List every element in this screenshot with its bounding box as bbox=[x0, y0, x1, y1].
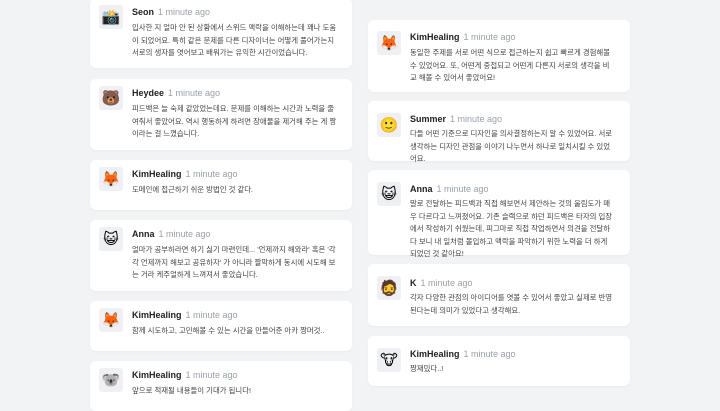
comment-time: 1 minute ago bbox=[463, 32, 516, 42]
comment-card[interactable]: 🦊 KimHealing 1 minute ago 동일한 주제를 서로 어떤 식… bbox=[368, 20, 630, 92]
comment-text: 얼마가 공부하라면 하기 싫기 마련인데... '언제까지 해와라' 혹은 '각… bbox=[132, 245, 336, 279]
smile-face-icon: 🙂 bbox=[377, 113, 401, 137]
comment-author: Anna bbox=[410, 184, 433, 194]
comment-text: 짱재밌다..! bbox=[410, 364, 444, 373]
comment-card[interactable]: 🦊 KimHealing 1 minute ago 도메인에 접근하기 쉬운 방법… bbox=[90, 160, 352, 210]
man-face-icon: 🧔 bbox=[377, 276, 401, 300]
comment-time: 1 minute ago bbox=[185, 310, 238, 320]
comment-time: 1 minute ago bbox=[463, 349, 516, 359]
comment-text: 다들 어떤 기준으로 디자인을 의사결정하는지 알 수 있었어요. 서로 생각하… bbox=[410, 129, 613, 163]
koala-icon: 🐨 bbox=[99, 368, 123, 392]
cat-icon: 😺 bbox=[377, 182, 401, 206]
comment-card[interactable]: 🙂 Summer 1 minute ago 다들 어떤 기준으로 디자인을 의사결… bbox=[368, 101, 630, 163]
fox-icon: 🦊 bbox=[99, 167, 123, 191]
polar-bear-icon: 🐻 bbox=[99, 86, 123, 110]
comment-card[interactable]: 🐻 Heydee 1 minute ago 피드백은 늘 숙제 같았었는데요. 문… bbox=[90, 79, 352, 150]
comment-card[interactable]: 🐮 KimHealing 1 minute ago 짱재밌다..! bbox=[368, 336, 630, 386]
comment-text: 도메인에 접근하기 쉬운 방법인 것 같다. bbox=[132, 185, 254, 194]
comment-time: 1 minute ago bbox=[158, 7, 211, 17]
comment-time: 1 minute ago bbox=[450, 114, 503, 124]
comment-time: 1 minute ago bbox=[420, 278, 473, 288]
comment-time: 1 minute ago bbox=[436, 184, 489, 194]
comment-card[interactable]: 📸 Seon 1 minute ago 입사한 지 얼마 안 된 상황에서 스위드… bbox=[90, 0, 352, 68]
comment-author: KimHealing bbox=[410, 349, 460, 359]
comment-text: 각자 다양한 관점의 아이디어를 엿볼 수 있어서 좋았고 실제로 반영된다는데… bbox=[410, 293, 613, 315]
comment-card[interactable]: 😺 Anna 1 minute ago 얼마가 공부하라면 하기 싫기 마련인데.… bbox=[90, 220, 352, 291]
comment-card[interactable]: 🦊 KimHealing 1 minute ago 함께 시도하고, 고민해볼 수… bbox=[90, 301, 352, 351]
comment-text: 말로 전달하는 피드백과 직접 해보면서 제안하는 것의 울림도가 매우 다르다… bbox=[410, 199, 613, 258]
comment-time: 1 minute ago bbox=[168, 88, 221, 98]
comment-author: KimHealing bbox=[132, 310, 182, 320]
comment-author: Seon bbox=[132, 7, 155, 17]
comment-author: KimHealing bbox=[410, 32, 460, 42]
comment-text: 입사한 지 얼마 안 된 상황에서 스위드 맥락을 이해하는데 꽤나 도움이 되… bbox=[132, 23, 337, 57]
comment-text: 동일한 주제를 서로 어떤 식으로 접근하는지 쉽고 빠르게 경험해볼 수 있었… bbox=[410, 48, 611, 82]
comment-author: KimHealing bbox=[132, 169, 182, 179]
comment-card[interactable]: 🧔 K1 minute ago 각자 다양한 관점의 아이디어를 엿볼 수 있어… bbox=[368, 264, 630, 326]
comment-author: Heydee bbox=[132, 88, 165, 98]
comment-feed-page: { "left_column": [ {"avatar": "camera-ic… bbox=[0, 0, 720, 411]
cow-icon: 🐮 bbox=[377, 348, 401, 372]
comment-time: 1 minute ago bbox=[185, 370, 238, 380]
fox-icon: 🦊 bbox=[99, 308, 123, 332]
comment-time: 1 minute ago bbox=[185, 169, 238, 179]
comment-card[interactable]: 😺 Anna 1 minute ago 말로 전달하는 피드백과 직접 해보면서 … bbox=[368, 170, 630, 258]
comment-card[interactable]: 🐨 KimHealing 1 minute ago 앞으로 적재될 내용들이 기대… bbox=[90, 361, 352, 411]
comment-author: Anna bbox=[132, 229, 155, 239]
camera-icon: 📸 bbox=[99, 5, 123, 29]
fox-icon: 🦊 bbox=[377, 31, 401, 55]
comment-text: 피드백은 늘 숙제 같았었는데요. 문제를 이해하는 시간과 노력을 줄여줘서 … bbox=[132, 104, 337, 138]
comment-text: 함께 시도하고, 고민해볼 수 있는 시간을 만들어준 아카 짱머것.. bbox=[132, 326, 325, 335]
comment-author: Summer bbox=[410, 114, 447, 124]
cat-icon: 😺 bbox=[99, 227, 123, 251]
comment-author: KimHealing bbox=[132, 370, 182, 380]
comment-text: 앞으로 적재될 내용들이 기대가 됩니다! bbox=[132, 386, 252, 395]
comment-time: 1 minute ago bbox=[158, 229, 211, 239]
comment-author: K bbox=[410, 278, 417, 288]
